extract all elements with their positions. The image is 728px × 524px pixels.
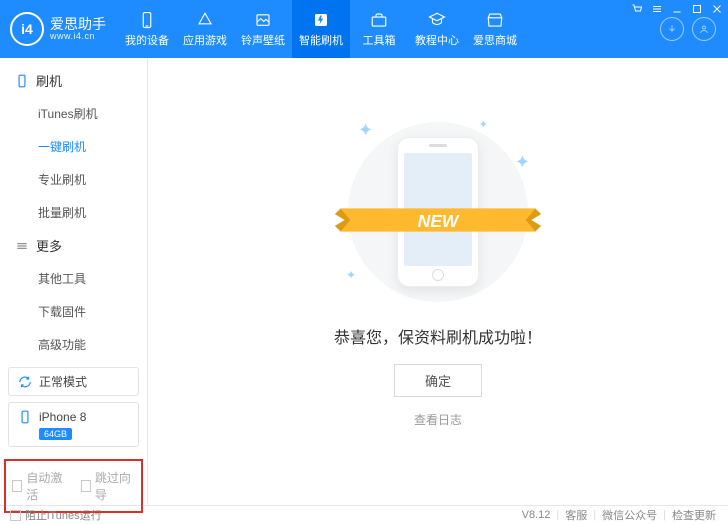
sidebar-item-download-firmware[interactable]: 下载固件 [0, 295, 147, 328]
cart-icon[interactable] [630, 2, 644, 16]
phone-small-icon [17, 409, 33, 425]
app-name: 爱思助手 [50, 17, 106, 32]
success-illustration: ✦ ✦ ✦ ✦ NEW [328, 112, 548, 312]
nav-tutorial[interactable]: 教程中心 [408, 0, 466, 58]
phone-icon [14, 73, 30, 89]
nav-flash[interactable]: 智能刷机 [292, 0, 350, 58]
footer-support[interactable]: 客服 [565, 507, 587, 523]
nav-my-device[interactable]: 我的设备 [118, 0, 176, 58]
nav-toolbox[interactable]: 工具箱 [350, 0, 408, 58]
new-ribbon: NEW [331, 200, 545, 240]
refresh-icon [17, 374, 33, 390]
auto-activate-checkbox[interactable]: 自动激活 [12, 469, 67, 503]
wallpaper-icon [253, 11, 273, 29]
footer-update[interactable]: 检查更新 [672, 507, 716, 523]
sidebar-item-onekey-flash[interactable]: 一键刷机 [0, 130, 147, 163]
maximize-icon[interactable] [690, 2, 704, 16]
block-itunes-checkbox[interactable]: 阻止iTunes运行 [0, 507, 102, 523]
storage-badge: 64GB [39, 428, 72, 440]
sidebar-item-itunes-flash[interactable]: iTunes刷机 [0, 97, 147, 130]
nav-store[interactable]: 爱思商城 [466, 0, 524, 58]
menu-icon[interactable] [650, 2, 664, 16]
nav-wallpaper[interactable]: 铃声壁纸 [234, 0, 292, 58]
device-icon [137, 11, 157, 29]
apps-icon [195, 11, 215, 29]
app-logo: i4 爱思助手 www.i4.cn [0, 0, 118, 58]
toolbox-icon [369, 11, 389, 29]
version-label: V8.12 [522, 509, 551, 521]
sidebar-item-pro-flash[interactable]: 专业刷机 [0, 163, 147, 196]
download-button[interactable] [660, 17, 684, 41]
more-icon [14, 238, 30, 254]
confirm-button[interactable]: 确定 [394, 364, 482, 397]
options-highlight-box: 自动激活 跳过向导 [4, 459, 143, 513]
device-info[interactable]: iPhone 8 64GB [8, 402, 139, 447]
user-button[interactable] [692, 17, 716, 41]
store-icon [485, 11, 505, 29]
top-nav: 我的设备 应用游戏 铃声壁纸 智能刷机 工具箱 教程中心 爱思商城 [118, 0, 648, 58]
tutorial-icon [427, 11, 447, 29]
sidebar-group-flash: 刷机 [0, 64, 147, 97]
mode-selector[interactable]: 正常模式 [8, 367, 139, 396]
skip-wizard-checkbox[interactable]: 跳过向导 [81, 469, 136, 503]
footer-wechat[interactable]: 微信公众号 [602, 507, 657, 523]
svg-text:NEW: NEW [418, 211, 460, 231]
sidebar-group-more: 更多 [0, 229, 147, 262]
app-url: www.i4.cn [50, 32, 106, 41]
logo-badge: i4 [10, 12, 44, 46]
minimize-icon[interactable] [670, 2, 684, 16]
view-log-link[interactable]: 查看日志 [414, 411, 462, 428]
sidebar-item-other-tools[interactable]: 其他工具 [0, 262, 147, 295]
close-icon[interactable] [710, 2, 724, 16]
sidebar-item-batch-flash[interactable]: 批量刷机 [0, 196, 147, 229]
nav-apps[interactable]: 应用游戏 [176, 0, 234, 58]
sidebar-item-advanced[interactable]: 高级功能 [0, 328, 147, 361]
flash-icon [311, 11, 331, 29]
success-message: 恭喜您，保资料刷机成功啦！ [334, 324, 542, 348]
